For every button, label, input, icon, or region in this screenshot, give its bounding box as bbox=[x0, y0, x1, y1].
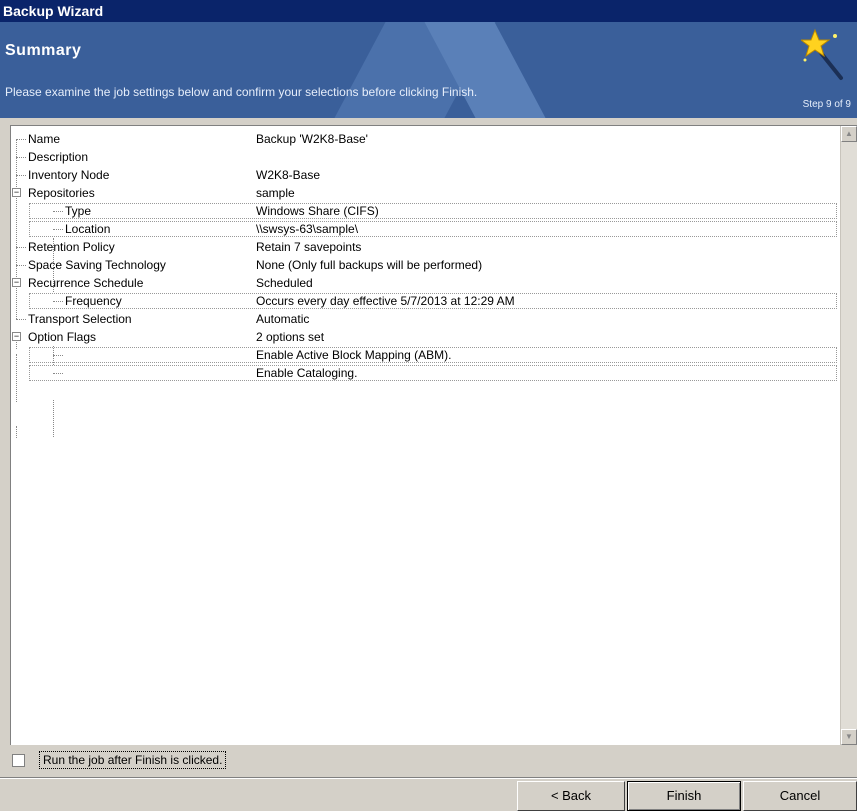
run-after-finish-label[interactable]: Run the job after Finish is clicked. bbox=[39, 751, 227, 769]
tree-line bbox=[53, 301, 63, 302]
row-focus-box bbox=[29, 221, 837, 237]
finish-button[interactable]: Finish bbox=[627, 781, 741, 811]
collapse-icon[interactable]: − bbox=[12, 278, 21, 287]
tree-line bbox=[16, 139, 26, 140]
tree-item-label: Frequency bbox=[65, 294, 122, 308]
tree-item-value: Enable Cataloging. bbox=[256, 366, 358, 380]
tree-item-label: Transport Selection bbox=[28, 312, 132, 326]
tree-line bbox=[16, 265, 26, 266]
magic-wand-icon bbox=[801, 28, 843, 80]
tree-item-label: Repositories bbox=[28, 186, 95, 200]
collapse-icon[interactable]: − bbox=[12, 332, 21, 341]
tree-line bbox=[53, 373, 63, 374]
tree-item-label: Option Flags bbox=[28, 330, 97, 344]
tree-item-label: Recurrence Schedule bbox=[28, 276, 144, 290]
summary-tree[interactable]: Name Backup 'W2K8-Base' Description Inve… bbox=[10, 125, 857, 745]
tree-item-label: Retention Policy bbox=[28, 240, 115, 254]
tree-line bbox=[16, 157, 26, 158]
wizard-header: Summary Please examine the job settings … bbox=[0, 22, 857, 118]
vertical-scrollbar[interactable]: ▲ ▼ bbox=[840, 126, 857, 745]
tree-item-value: sample bbox=[256, 186, 295, 200]
tree-line bbox=[16, 354, 17, 402]
tree-item-value: 2 options set bbox=[256, 330, 325, 344]
tree-line bbox=[53, 355, 63, 356]
tree-item-label: Description bbox=[28, 150, 89, 164]
cancel-button[interactable]: Cancel bbox=[743, 781, 857, 811]
tree-line bbox=[16, 175, 26, 176]
scroll-up-icon[interactable]: ▲ bbox=[841, 126, 857, 142]
run-after-finish-checkbox[interactable] bbox=[12, 754, 25, 767]
tree-item-value: Automatic bbox=[256, 312, 310, 326]
tree-item-value: Retain 7 savepoints bbox=[256, 240, 362, 254]
tree-item-value: None (Only full backups will be performe… bbox=[256, 258, 483, 272]
tree-item-value: Scheduled bbox=[256, 276, 313, 290]
tree-line bbox=[16, 426, 17, 438]
tree-item-label: Location bbox=[65, 222, 111, 236]
step-indicator: Step 9 of 9 bbox=[802, 99, 851, 110]
tree-item-value: Windows Share (CIFS) bbox=[256, 204, 379, 218]
tree-item-value: Enable Active Block Mapping (ABM). bbox=[256, 348, 452, 362]
tree-item-label: Space Saving Technology bbox=[28, 258, 166, 272]
page-title: Summary bbox=[5, 42, 82, 59]
collapse-icon[interactable]: − bbox=[12, 188, 21, 197]
tree-item-label: Inventory Node bbox=[28, 168, 110, 182]
scroll-down-icon[interactable]: ▼ bbox=[841, 729, 857, 745]
tree-item-label: Type bbox=[65, 204, 92, 218]
tree-line bbox=[53, 211, 63, 212]
tree-line bbox=[53, 400, 54, 437]
tree-item-value: \\swsys-63\sample\ bbox=[256, 222, 359, 236]
tree-item-value: Occurs every day effective 5/7/2013 at 1… bbox=[256, 294, 515, 308]
tree-line bbox=[16, 139, 17, 319]
window-title: Backup Wizard bbox=[0, 0, 857, 22]
tree-item-label: Name bbox=[28, 132, 61, 146]
tree-item-value: Backup 'W2K8-Base' bbox=[256, 132, 368, 146]
row-focus-box bbox=[29, 365, 837, 381]
back-button[interactable]: < Back bbox=[517, 781, 625, 811]
tree-line bbox=[16, 247, 26, 248]
tree-item-value: W2K8-Base bbox=[256, 168, 321, 182]
footer-divider bbox=[0, 777, 857, 779]
tree-line bbox=[53, 229, 63, 230]
page-subtitle: Please examine the job settings below an… bbox=[5, 85, 478, 99]
tree-line bbox=[16, 319, 26, 320]
row-focus-box bbox=[29, 203, 837, 219]
